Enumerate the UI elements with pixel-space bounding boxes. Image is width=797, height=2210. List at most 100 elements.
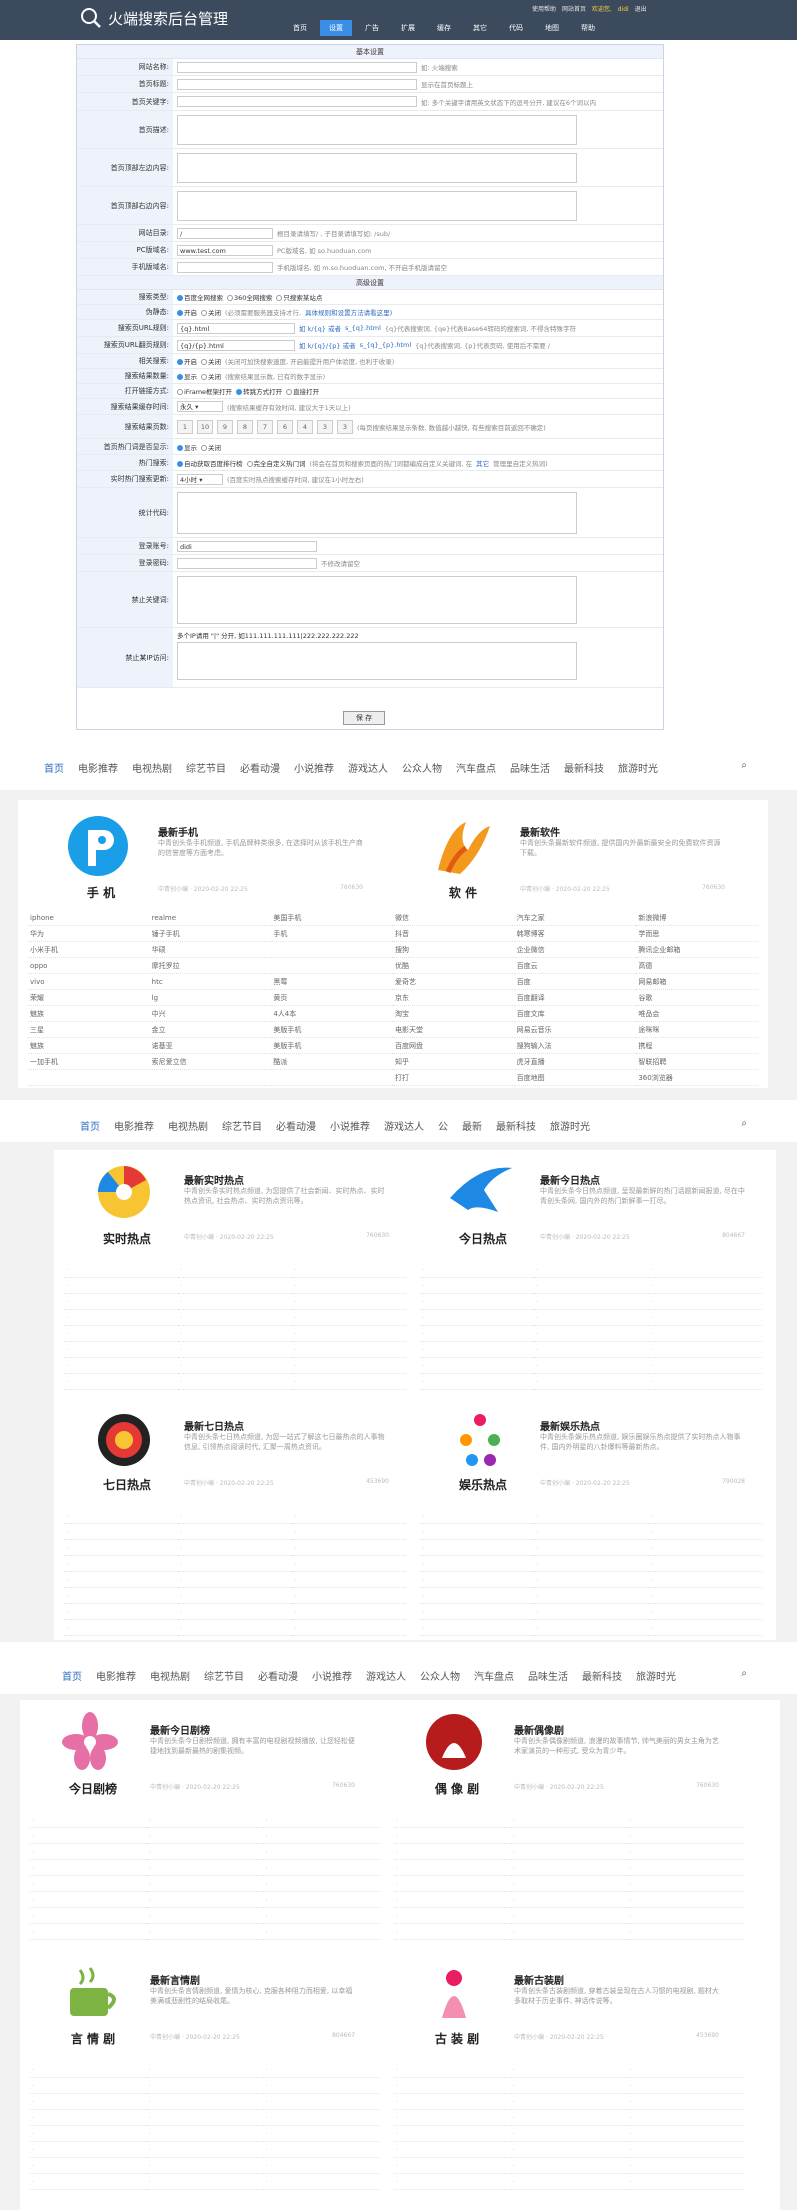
link-item[interactable]: 华为: [28, 926, 150, 942]
front-nav-item[interactable]: 旅游时光: [636, 1668, 676, 1683]
link-item[interactable]: ·: [534, 1374, 648, 1390]
link-item[interactable]: ·: [420, 1508, 534, 1524]
link-item[interactable]: ·: [30, 2174, 147, 2190]
link-item[interactable]: ·: [510, 2094, 628, 2110]
link-item[interactable]: ·: [30, 1812, 147, 1828]
front-nav-item[interactable]: 游戏达人: [348, 760, 388, 775]
page-size-option[interactable]: 1: [177, 419, 193, 434]
front-nav-item[interactable]: 品味生活: [510, 760, 550, 775]
radio-direct[interactable]: 直接打开: [286, 386, 319, 396]
link-item[interactable]: ·: [510, 1892, 628, 1908]
link-item[interactable]: ·: [534, 1556, 648, 1572]
card-title[interactable]: 最新手机: [158, 824, 198, 839]
link-item[interactable]: 抖音: [392, 926, 515, 942]
link-item[interactable]: ·: [292, 1540, 406, 1556]
link-item[interactable]: ·: [178, 1310, 292, 1326]
link-item[interactable]: ·: [292, 1524, 406, 1540]
link-item[interactable]: ·: [146, 2126, 264, 2142]
example-link[interactable]: s_{q}_{p}.html: [360, 341, 412, 349]
link-item[interactable]: 谷歌: [636, 990, 758, 1006]
link-item[interactable]: 百度地图: [514, 1070, 637, 1086]
admin-nav-item[interactable]: 其它: [464, 20, 496, 36]
radio-off[interactable]: 关闭: [201, 356, 221, 366]
link-item[interactable]: ·: [263, 2110, 380, 2126]
front-nav-item[interactable]: 电影推荐: [96, 1668, 136, 1683]
link-item[interactable]: ·: [534, 1572, 648, 1588]
link-item[interactable]: ·: [292, 1294, 406, 1310]
radio-show[interactable]: 显示: [177, 442, 197, 452]
link-item[interactable]: ·: [292, 1588, 406, 1604]
link-item[interactable]: 网易邮箱: [636, 974, 758, 990]
link-item[interactable]: ·: [30, 1844, 147, 1860]
link-item[interactable]: ·: [30, 1892, 147, 1908]
link-item[interactable]: ·: [534, 1524, 648, 1540]
link-item[interactable]: ·: [648, 1326, 762, 1342]
link-item[interactable]: ·: [178, 1342, 292, 1358]
link-item[interactable]: ·: [30, 1924, 147, 1940]
link-item[interactable]: ·: [178, 1508, 292, 1524]
link-item[interactable]: ·: [510, 1876, 628, 1892]
link-item[interactable]: ·: [30, 2078, 147, 2094]
link-item[interactable]: ·: [394, 2110, 511, 2126]
search-icon[interactable]: ⌕: [741, 760, 747, 771]
link-item[interactable]: ·: [64, 1620, 178, 1636]
link-item[interactable]: 爱奇艺: [392, 974, 515, 990]
link-item[interactable]: ·: [648, 1572, 762, 1588]
link-item[interactable]: ·: [648, 1278, 762, 1294]
link-item[interactable]: ·: [292, 1604, 406, 1620]
link-item[interactable]: ·: [64, 1604, 178, 1620]
front-nav-item[interactable]: 游戏达人: [384, 1118, 424, 1133]
link-item[interactable]: 搜狗: [392, 942, 515, 958]
card-title[interactable]: 最新偶像剧: [514, 1722, 564, 1737]
link-item[interactable]: ·: [263, 2174, 380, 2190]
link-item[interactable]: ·: [394, 1828, 511, 1844]
link-item[interactable]: ·: [394, 1812, 511, 1828]
link-item[interactable]: 百度云: [514, 958, 637, 974]
link-item[interactable]: 手机: [271, 926, 393, 942]
link-item[interactable]: ·: [534, 1342, 648, 1358]
link-item[interactable]: ·: [627, 2158, 744, 2174]
admin-nav-item[interactable]: 扩展: [392, 20, 424, 36]
link-item[interactable]: 腾讯企业邮箱: [636, 942, 758, 958]
link-item[interactable]: ·: [263, 1812, 380, 1828]
link-item[interactable]: ·: [263, 1828, 380, 1844]
link-item[interactable]: ·: [292, 1326, 406, 1342]
link-item[interactable]: ·: [648, 1508, 762, 1524]
link-item[interactable]: 魅族: [28, 1038, 150, 1054]
admin-nav-item[interactable]: 地图: [536, 20, 568, 36]
card-title[interactable]: 最新软件: [520, 824, 560, 839]
login-pass-input[interactable]: [177, 557, 317, 569]
link-item[interactable]: ·: [263, 1876, 380, 1892]
link-item[interactable]: ·: [627, 1924, 744, 1940]
link-item[interactable]: ·: [292, 1358, 406, 1374]
search-url-input[interactable]: {q}.html: [177, 322, 295, 334]
logout-link[interactable]: 退出: [635, 6, 647, 13]
card-title[interactable]: 最新七日热点: [184, 1418, 244, 1433]
link-item[interactable]: ·: [64, 1326, 178, 1342]
radio-auto[interactable]: 自动获取百度排行榜: [177, 458, 243, 468]
link-item[interactable]: 酷派: [271, 1054, 393, 1070]
link-item[interactable]: ·: [627, 1844, 744, 1860]
link-item[interactable]: ·: [146, 1860, 264, 1876]
link-item[interactable]: ·: [263, 1844, 380, 1860]
link-item[interactable]: 美版手机: [271, 1038, 393, 1054]
link-item[interactable]: ·: [394, 1844, 511, 1860]
link-item[interactable]: ·: [648, 1588, 762, 1604]
link-item[interactable]: 打打: [392, 1070, 515, 1086]
example-link[interactable]: s_{q}.html: [345, 324, 381, 332]
link-item[interactable]: ·: [510, 1908, 628, 1924]
link-item[interactable]: ·: [64, 1540, 178, 1556]
link-item[interactable]: ·: [292, 1310, 406, 1326]
radio-hide[interactable]: 关闭: [201, 371, 221, 381]
link-item[interactable]: oppo: [28, 958, 150, 974]
radio-off[interactable]: 关闭: [201, 307, 221, 317]
link-item[interactable]: 智联招聘: [636, 1054, 758, 1070]
link-item[interactable]: ·: [648, 1294, 762, 1310]
link-item[interactable]: ·: [627, 1828, 744, 1844]
link-item[interactable]: ·: [627, 1812, 744, 1828]
link-item[interactable]: ·: [64, 1524, 178, 1540]
rules-link[interactable]: 具体规则和设置方法请看这里): [305, 307, 392, 317]
front-nav-item[interactable]: 必看动漫: [276, 1118, 316, 1133]
link-item[interactable]: ·: [648, 1374, 762, 1390]
link-item[interactable]: ·: [627, 2126, 744, 2142]
